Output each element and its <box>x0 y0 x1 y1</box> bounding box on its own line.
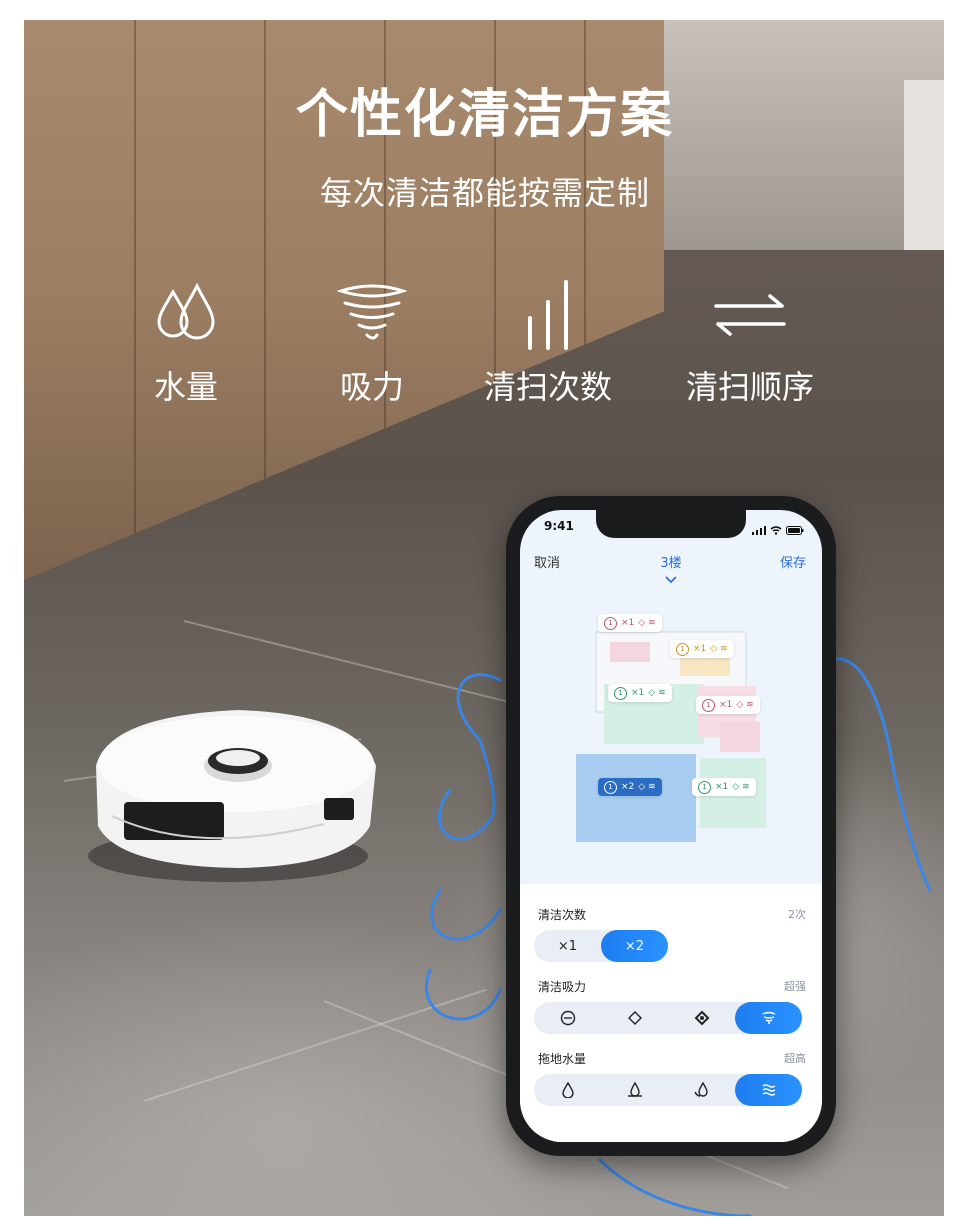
feature-label: 吸力 <box>339 368 404 406</box>
phone-mockup: 9:41 取消 3楼 保存 1 ×1 ◇ ≋ 1 ×1 ◇ ≋ 1 ×1 ◇ ≋… <box>506 496 836 1156</box>
suction-max-icon[interactable] <box>735 1002 802 1034</box>
settings-panel: 清洁次数 2次 ×1 ×2 清洁吸力 超强 拖地水量 超高 <box>520 884 822 1142</box>
wifi-icon <box>770 520 782 539</box>
feature-times: 清扫次数 <box>448 280 648 408</box>
suction-strong-icon[interactable] <box>668 1002 735 1034</box>
suction-selector <box>534 1002 802 1034</box>
arrows-swap-icon <box>650 280 850 350</box>
app-screen: 9:41 取消 3楼 保存 1 ×1 ◇ ≋ 1 ×1 ◇ ≋ 1 ×1 ◇ ≋… <box>520 510 822 1142</box>
room-tag[interactable]: 1 ×1 ◇ ≋ <box>598 614 662 632</box>
water-high-icon[interactable] <box>668 1074 735 1106</box>
floor-label: 3楼 <box>660 556 682 571</box>
suction-label: 清洁吸力 <box>538 980 587 994</box>
tornado-icon <box>272 280 472 350</box>
room-tag[interactable]: 1 ×1 ◇ ≋ <box>670 640 734 658</box>
save-button[interactable]: 保存 <box>780 552 806 571</box>
hero-subtitle: 每次清洁都能按需定制 <box>319 174 650 212</box>
feature-label: 水量 <box>153 368 218 406</box>
suction-off-icon[interactable] <box>534 1002 601 1034</box>
room-tag[interactable]: 1 ×1 ◇ ≋ <box>696 696 760 714</box>
signal-icon <box>752 520 766 539</box>
hero-title: 个性化清洁方案 <box>295 85 674 145</box>
room-tag[interactable]: 1 ×1 ◇ ≋ <box>608 684 672 702</box>
water-low-icon[interactable] <box>534 1074 601 1106</box>
water-max-icon[interactable] <box>735 1074 802 1106</box>
status-time: 9:41 <box>544 519 574 533</box>
phone-notch <box>596 510 746 538</box>
water-medium-icon[interactable] <box>601 1074 668 1106</box>
times-label: 清洁次数 <box>538 908 587 922</box>
feature-label: 清扫顺序 <box>685 368 814 406</box>
robot-vacuum-illustration <box>88 706 388 890</box>
times-selector: ×1 ×2 <box>534 930 668 962</box>
chevron-down-icon <box>520 573 822 588</box>
times-value: 2次 <box>788 908 806 921</box>
water-selector <box>534 1074 802 1106</box>
times-option-1[interactable]: ×1 <box>534 930 601 962</box>
times-option-2[interactable]: ×2 <box>601 930 668 962</box>
feature-suction: 吸力 <box>272 280 472 408</box>
status-icons <box>752 520 804 539</box>
floor-selector[interactable]: 3楼 <box>520 552 822 588</box>
feature-water: 水量 <box>86 280 286 408</box>
floor-map[interactable]: 1 ×1 ◇ ≋ 1 ×1 ◇ ≋ 1 ×1 ◇ ≋ 1 ×1 ◇ ≋ 1 ×2 ◇ ≋ 1 ×1 ◇ … <box>520 592 822 882</box>
water-value: 超高 <box>784 1052 806 1065</box>
suction-value: 超强 <box>784 980 806 993</box>
battery-icon <box>786 520 804 539</box>
feature-label: 清扫次数 <box>483 368 612 406</box>
bars-icon <box>448 280 648 350</box>
feature-order: 清扫顺序 <box>650 280 850 408</box>
app-navbar: 取消 3楼 保存 <box>520 552 822 592</box>
room-tag-selected[interactable]: 1 ×2 ◇ ≋ <box>598 778 662 796</box>
room-tag[interactable]: 1 ×1 ◇ ≋ <box>692 778 756 796</box>
water-label: 拖地水量 <box>538 1052 587 1066</box>
water-drops-icon <box>86 280 286 350</box>
suction-standard-icon[interactable] <box>601 1002 668 1034</box>
